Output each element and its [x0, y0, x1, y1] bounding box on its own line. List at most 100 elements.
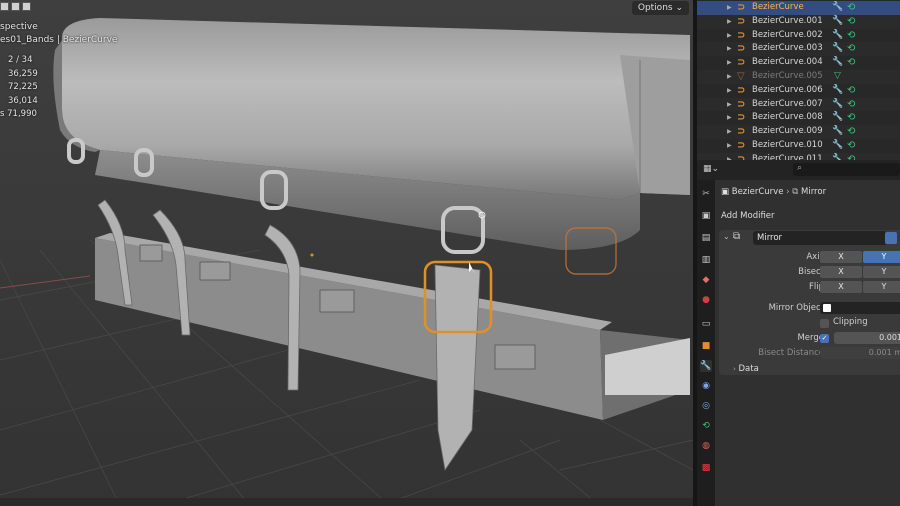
expand-arrow-icon[interactable]: ▶ [727, 125, 732, 139]
hook-modifier-icon[interactable]: ⟲ [847, 15, 855, 29]
bisect-x-toggle[interactable]: X [820, 266, 862, 278]
vertex-group-icon: ▽ [834, 71, 841, 81]
outliner-item[interactable]: ▶ ⊃ BezierCurve.010 🔧 ⟲ [697, 139, 900, 153]
options-button[interactable]: Options ⌄ [631, 1, 689, 15]
hook-modifier-icon[interactable]: ⟲ [847, 1, 855, 15]
shading-icon[interactable] [0, 2, 9, 11]
constraints-tab-icon[interactable]: ⟲ [700, 420, 712, 432]
outliner-item[interactable]: ▶ ▽ BezierCurve.005 ▽ [697, 70, 900, 84]
texture-tab-icon[interactable]: ▩ [700, 462, 712, 474]
render-tab-icon[interactable]: ▣ [700, 210, 712, 222]
outliner-item-name[interactable]: BezierCurve.003 [752, 42, 823, 56]
modifier-wrench-icon[interactable]: 🔧 [832, 98, 843, 112]
object-tab-icon[interactable]: ■ [700, 340, 712, 352]
modifier-wrench-icon[interactable]: 🔧 [832, 1, 843, 15]
outliner-item[interactable]: ▶ ⊃ BezierCurve.008 🔧 ⟲ [697, 111, 900, 125]
modifier-wrench-icon[interactable]: 🔧 [832, 42, 843, 56]
outliner-item[interactable]: ▶ ⊃ BezierCurve.002 🔧 ⟲ [697, 29, 900, 43]
modifier-wrench-icon[interactable]: 🔧 [832, 111, 843, 125]
material-tab-icon[interactable]: ◍ [700, 440, 712, 452]
outliner-item-name[interactable]: BezierCurve.011 [752, 153, 823, 160]
modifier-wrench-icon[interactable]: 🔧 [832, 125, 843, 139]
bisect-y-toggle[interactable]: Y [863, 266, 900, 278]
editor-type-icon[interactable]: ▦⌄ [703, 164, 719, 175]
modifier-wrench-icon[interactable]: 🔧 [832, 15, 843, 29]
outliner-item-name[interactable]: BezierCurve.009 [752, 125, 823, 139]
outliner-item-name[interactable]: BezierCurve.001 [752, 15, 823, 29]
data-subpanel-header[interactable]: › Data [733, 364, 759, 374]
output-tab-icon[interactable]: ▤ [700, 232, 712, 244]
hook-modifier-icon[interactable]: ⟲ [847, 56, 855, 70]
merge-checkbox[interactable]: ✓ [820, 334, 829, 343]
bisect-distance-field[interactable]: 0.001 m [820, 347, 900, 359]
expand-arrow-icon[interactable]: ▶ [727, 1, 732, 15]
outliner-item[interactable]: ▶ ⊃ BezierCurve.006 🔧 ⟲ [697, 84, 900, 98]
hook-modifier-icon[interactable]: ⟲ [847, 84, 855, 98]
hook-modifier-icon[interactable]: ⟲ [847, 42, 855, 56]
expand-arrow-icon[interactable]: ▶ [727, 70, 732, 84]
viewport-shading-icons[interactable] [0, 2, 33, 14]
outliner-item-name[interactable]: BezierCurve.008 [752, 111, 823, 125]
outliner-item-name[interactable]: BezierCurve.005 [752, 70, 823, 84]
tool-tab-icon[interactable]: ✂ [700, 188, 712, 200]
outliner-item-name[interactable]: BezierCurve.002 [752, 29, 823, 43]
outliner-item[interactable]: ▶ ⊃ BezierCurve.001 🔧 ⟲ [697, 14, 900, 29]
expand-arrow-icon[interactable]: ▶ [727, 98, 732, 112]
outliner-item[interactable]: ▶ ⊃ BezierCurve.009 🔧 ⟲ [697, 125, 900, 139]
properties-search-input[interactable]: ⌕ [793, 163, 900, 176]
modifier-wrench-icon[interactable]: 🔧 [832, 84, 843, 98]
physics-tab-icon[interactable]: ◎ [700, 400, 712, 412]
expand-arrow-icon[interactable]: ▶ [727, 56, 732, 70]
overlay-icon[interactable] [11, 2, 20, 11]
view-layer-tab-icon[interactable]: ▥ [700, 254, 712, 266]
hook-modifier-icon[interactable]: ⟲ [847, 153, 855, 160]
outliner-item-name[interactable]: BezierCurve.010 [752, 139, 823, 153]
3d-viewport[interactable]: Options ⌄ spective es01_Bands | BezierCu… [0, 0, 693, 506]
modifier-wrench-icon[interactable]: 🔧 [832, 56, 843, 70]
outliner-item[interactable]: ▶ ⊃ BezierCurve.011 🔧 ⟲ [697, 152, 900, 160]
outliner-item[interactable]: ▶ ⊃ BezierCurve.007 🔧 ⟲ [697, 97, 900, 112]
hook-modifier-icon[interactable]: ⟲ [847, 111, 855, 125]
mirror-object-label: Mirror Object [768, 303, 824, 313]
gizmo-icon[interactable] [22, 2, 31, 11]
expand-arrow-icon[interactable]: ▶ [727, 111, 732, 125]
expand-arrow-icon[interactable]: ▶ [727, 153, 732, 160]
expand-arrow-icon[interactable]: ▶ [727, 29, 732, 43]
outliner-item-name[interactable]: BezierCurve.004 [752, 56, 823, 70]
scene-render[interactable] [0, 0, 693, 506]
outliner-item[interactable]: ▶ ⊃ BezierCurve 🔧 ⟲ [697, 1, 900, 15]
hook-modifier-icon[interactable]: ⟲ [847, 139, 855, 153]
modifier-wrench-icon[interactable]: 🔧 [832, 139, 843, 153]
axis-x-toggle[interactable]: X [820, 251, 862, 263]
outliner-item-name[interactable]: BezierCurve [752, 1, 804, 15]
outliner-item[interactable]: ▶ ⊃ BezierCurve.003 🔧 ⟲ [697, 42, 900, 57]
modifier-wrench-icon[interactable]: 🔧 [832, 29, 843, 43]
flip-y-toggle[interactable]: Y [863, 281, 900, 293]
merge-distance-field[interactable]: 0.001 [834, 332, 900, 344]
collapse-chevron-icon[interactable]: ⌄ [723, 232, 730, 241]
hook-modifier-icon[interactable]: ⟲ [847, 29, 855, 43]
outliner-item-name[interactable]: BezierCurve.007 [752, 98, 823, 112]
expand-arrow-icon[interactable]: ▶ [727, 84, 732, 98]
expand-arrow-icon[interactable]: ▶ [727, 15, 732, 29]
modifier-tab-icon[interactable]: 🔧 [700, 360, 712, 372]
flip-x-toggle[interactable]: X [820, 281, 862, 293]
modifier-name-field[interactable]: Mirror [753, 231, 887, 245]
world-tab-icon[interactable]: ● [700, 294, 712, 306]
hook-modifier-icon[interactable]: ⟲ [847, 98, 855, 112]
expand-arrow-icon[interactable]: ▶ [727, 139, 732, 153]
mirror-object-field[interactable] [820, 302, 900, 314]
axis-y-toggle[interactable]: Y [863, 251, 900, 263]
expand-arrow-icon[interactable]: ▶ [727, 42, 732, 56]
modifier-wrench-icon[interactable]: 🔧 [832, 153, 843, 160]
hook-modifier-icon[interactable]: ⟲ [847, 125, 855, 139]
outliner-item[interactable]: ▶ ⊃ BezierCurve.004 🔧 ⟲ [697, 56, 900, 70]
add-modifier-button[interactable]: Add Modifier [721, 209, 775, 223]
outliner[interactable]: ▶ ⊃ BezierCurve 🔧 ⟲ ▶ ⊃ BezierCurve.001 🔧 ⟲ ▶ ⊃ Bezi… [697, 0, 900, 160]
show-in-editmode-toggle[interactable] [885, 232, 897, 244]
particles-tab-icon[interactable]: ◉ [700, 380, 712, 392]
scene-tab-icon[interactable]: ◆ [700, 274, 712, 286]
outliner-item-name[interactable]: BezierCurve.006 [752, 84, 823, 98]
clipping-checkbox[interactable] [820, 319, 829, 328]
collection-tab-icon[interactable]: ▭ [700, 318, 712, 330]
